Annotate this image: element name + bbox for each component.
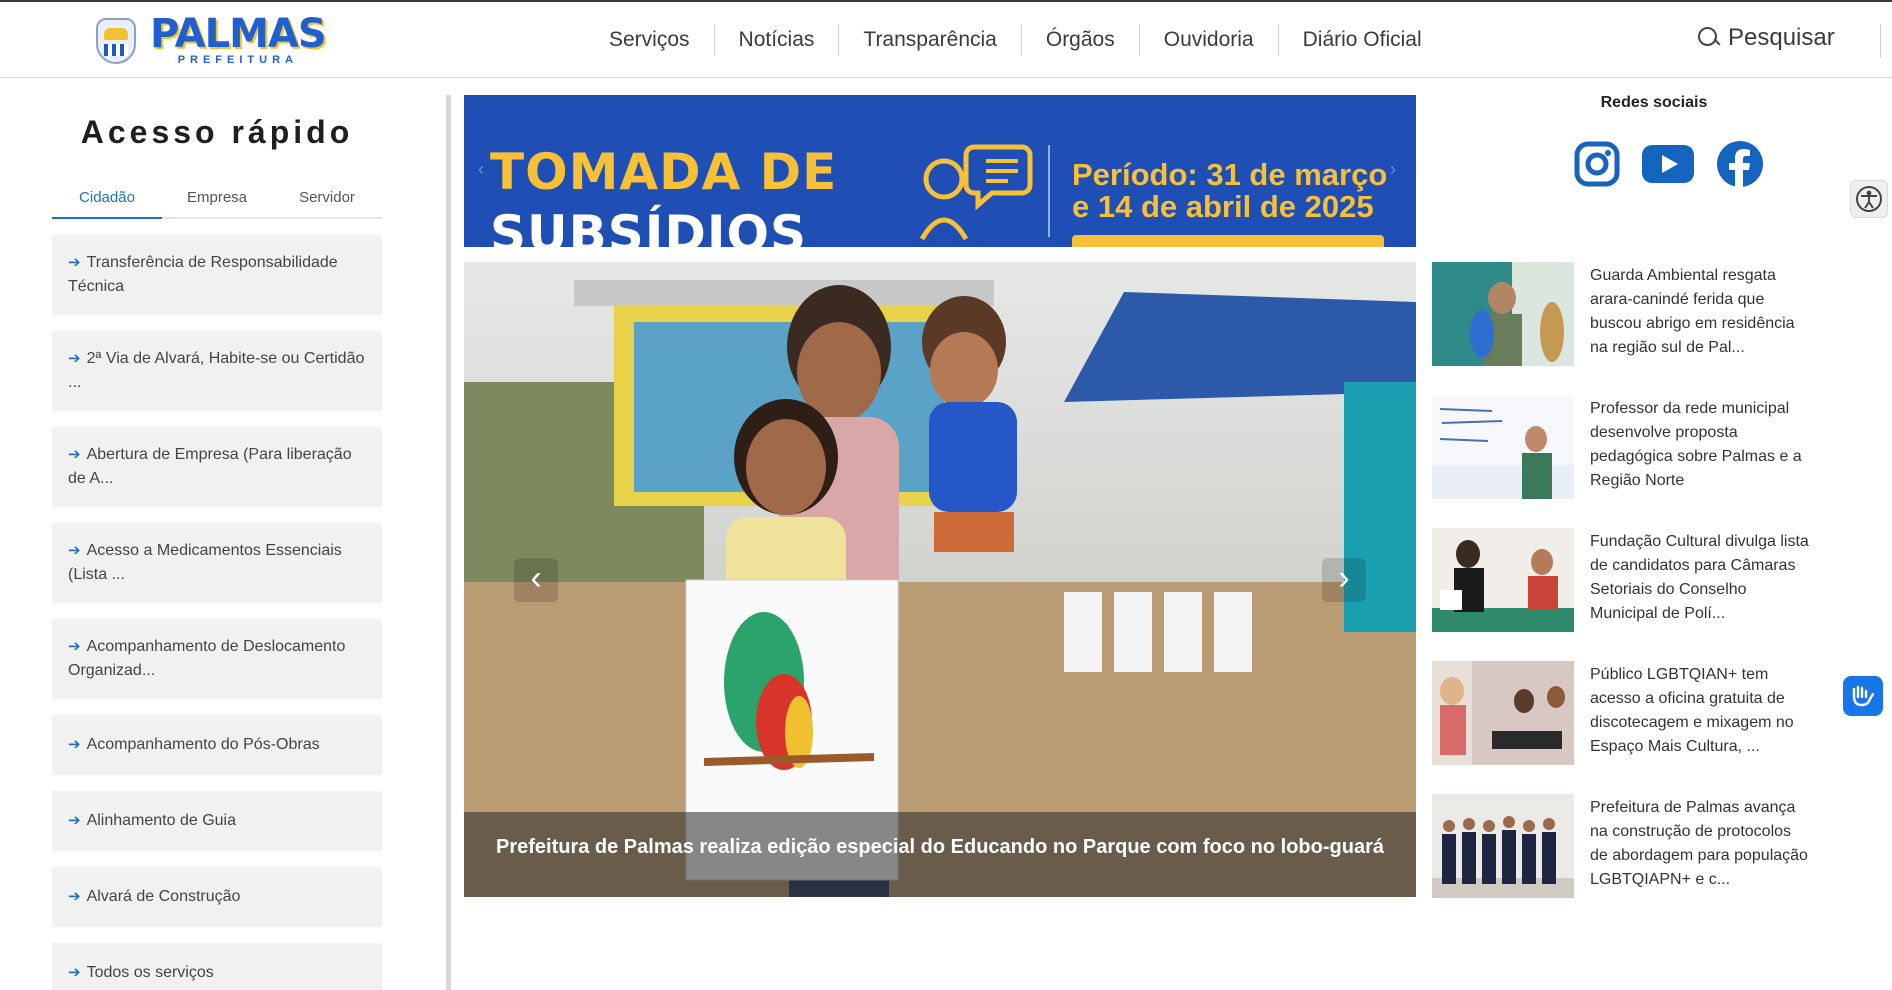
arrow-right-icon: ➔: [68, 542, 81, 559]
site-header: PALMAS PREFEITURA Serviços Notícias Tran…: [0, 2, 1892, 78]
news-title: Fundação Cultural divulga lista de candi…: [1590, 533, 1809, 622]
quick-item[interactable]: ➔ Transferência de Responsabilidade Técni…: [52, 235, 382, 315]
quick-item-label: Acesso a Medicamentos Essenciais (Lista …: [68, 542, 342, 583]
banner-next-icon[interactable]: ›: [1390, 159, 1396, 180]
hands-icon: [1852, 685, 1875, 707]
banner-period-line2: e 14 de abril de 2025: [1072, 189, 1374, 224]
arrow-right-icon: ➔: [68, 736, 81, 753]
news-thumbnail: [1432, 661, 1574, 765]
logo-subtitle: PREFEITURA: [177, 54, 298, 66]
news-item[interactable]: Público LGBTQIAN+ tem acesso a oficina g…: [1432, 661, 1812, 765]
news-thumbnail: [1432, 794, 1574, 898]
header-edge-divider: [1880, 24, 1881, 58]
arrow-right-icon: ➔: [68, 254, 81, 271]
banner-period-line1: Período: 31 de março: [1072, 157, 1388, 192]
hero-caption[interactable]: Prefeitura de Palmas realiza edição espe…: [464, 836, 1416, 859]
facebook-icon[interactable]: [1716, 140, 1764, 188]
promo-banner[interactable]: ‹ TOMADA DE SUBSÍDIOS Período: 31 de mar…: [464, 95, 1416, 247]
banner-line1: TOMADA DE: [490, 143, 838, 201]
social-title: Redes sociais: [1600, 94, 1708, 111]
banner-line2: SUBSÍDIOS: [490, 205, 807, 247]
arrow-right-icon: ➔: [68, 812, 81, 829]
slider-prev-button[interactable]: ‹: [514, 558, 558, 602]
tab-servidor[interactable]: Servidor: [272, 183, 382, 217]
news-title: Prefeitura de Palmas avança na construçã…: [1590, 799, 1808, 888]
news-item[interactable]: Fundação Cultural divulga lista de candi…: [1432, 528, 1812, 632]
nav-noticias[interactable]: Notícias: [713, 24, 839, 56]
banner-headline: TOMADA DE SUBSÍDIOS: [490, 141, 837, 247]
logo-text: PALMAS PREFEITURA: [150, 11, 327, 66]
slider-next-button[interactable]: ›: [1322, 558, 1366, 602]
quick-item[interactable]: ➔ Alvará de Construção: [52, 867, 382, 927]
arrow-right-icon: ➔: [68, 446, 81, 463]
nav-diario-oficial[interactable]: Diário Oficial: [1277, 24, 1446, 56]
quick-item-label: 2ª Via de Alvará, Habite-se ou Certidão …: [68, 350, 365, 391]
quick-access-title: Acesso rápido: [80, 114, 354, 150]
nav-servicos[interactable]: Serviços: [585, 24, 714, 56]
news-title: Guarda Ambiental resgata arara-canindé f…: [1590, 267, 1795, 356]
logo-word: PALMAS: [150, 11, 327, 57]
quick-item-label: Todos os serviços: [86, 964, 214, 981]
sidebar-scrollbar[interactable]: [446, 95, 451, 990]
news-item[interactable]: Professor da rede municipal desenvolve p…: [1432, 395, 1812, 499]
news-title: Público LGBTQIAN+ tem acesso a oficina g…: [1590, 666, 1794, 755]
quick-access-list: ➔ Transferência de Responsabilidade Técni…: [52, 235, 382, 990]
quick-item-label: Alvará de Construção: [86, 888, 241, 905]
search-button[interactable]: Pesquisar: [1698, 24, 1835, 52]
arrow-right-icon: ➔: [68, 964, 81, 981]
instagram-icon[interactable]: [1574, 141, 1620, 187]
quick-item[interactable]: ➔ Acompanhamento do Pós-Obras: [52, 715, 382, 775]
arrow-right-icon: ➔: [68, 350, 81, 367]
quick-access-panel: Acesso rápido Cidadão Empresa Servidor ➔…: [52, 96, 382, 990]
banner-prev-icon[interactable]: ‹: [478, 159, 484, 180]
sign-language-button[interactable]: [1843, 676, 1883, 716]
news-thumbnail: [1432, 528, 1574, 632]
search-label: Pesquisar: [1728, 24, 1835, 51]
all-services-link[interactable]: ➔ Todos os serviços: [52, 943, 382, 990]
quick-item[interactable]: ➔ Acompanhamento de Deslocamento Organiza…: [52, 619, 382, 699]
tab-cidadao[interactable]: Cidadão: [52, 183, 162, 219]
hero-photo: [464, 262, 1416, 897]
news-list: Guarda Ambiental resgata arara-canindé f…: [1432, 262, 1812, 927]
quick-item-label: Acompanhamento do Pós-Obras: [86, 736, 320, 753]
banner-cta-bar: [1072, 235, 1384, 247]
coat-of-arms-icon: [96, 18, 136, 64]
quick-item-label: Transferência de Responsabilidade Técnic…: [68, 254, 338, 295]
quick-item-label: Abertura de Empresa (Para liberação de A…: [68, 446, 352, 487]
nav-transparencia[interactable]: Transparência: [838, 24, 1020, 56]
person-speech-icon: [919, 144, 1033, 241]
nav-ouvidoria[interactable]: Ouvidoria: [1138, 24, 1278, 56]
nav-orgaos[interactable]: Órgãos: [1020, 24, 1139, 56]
social-links: [1574, 140, 1764, 188]
quick-access-tabs: Cidadão Empresa Servidor: [52, 183, 382, 219]
accessibility-button[interactable]: [1850, 180, 1888, 218]
main-nav: Serviços Notícias Transparência Órgãos O…: [585, 2, 1446, 78]
quick-item[interactable]: ➔ 2ª Via de Alvará, Habite-se ou Certidão…: [52, 331, 382, 411]
banner-separator: [1048, 145, 1050, 237]
news-title: Professor da rede municipal desenvolve p…: [1590, 400, 1802, 489]
accessibility-icon: [1856, 186, 1882, 212]
arrow-right-icon: ➔: [68, 888, 81, 905]
tab-empresa[interactable]: Empresa: [162, 183, 272, 217]
arrow-right-icon: ➔: [68, 638, 81, 655]
news-item[interactable]: Guarda Ambiental resgata arara-canindé f…: [1432, 262, 1812, 366]
quick-item-label: Acompanhamento de Deslocamento Organizad…: [68, 638, 346, 679]
news-thumbnail: [1432, 262, 1574, 366]
banner-period: Período: 31 de março e 14 de abril de 20…: [1072, 159, 1387, 223]
news-thumbnail: [1432, 395, 1574, 499]
youtube-icon[interactable]: [1642, 145, 1694, 183]
news-item[interactable]: Prefeitura de Palmas avança na construçã…: [1432, 794, 1812, 898]
quick-item-label: Alinhamento de Guia: [86, 812, 237, 829]
site-logo[interactable]: PALMAS PREFEITURA: [96, 11, 327, 66]
quick-item[interactable]: ➔ Abertura de Empresa (Para liberação de …: [52, 427, 382, 507]
quick-item[interactable]: ➔ Alinhamento de Guia: [52, 791, 382, 851]
hero-slider[interactable]: ‹ › Prefeitura de Palmas realiza edição …: [464, 262, 1416, 897]
search-icon: [1698, 27, 1720, 49]
quick-item[interactable]: ➔ Acesso a Medicamentos Essenciais (Lista…: [52, 523, 382, 603]
